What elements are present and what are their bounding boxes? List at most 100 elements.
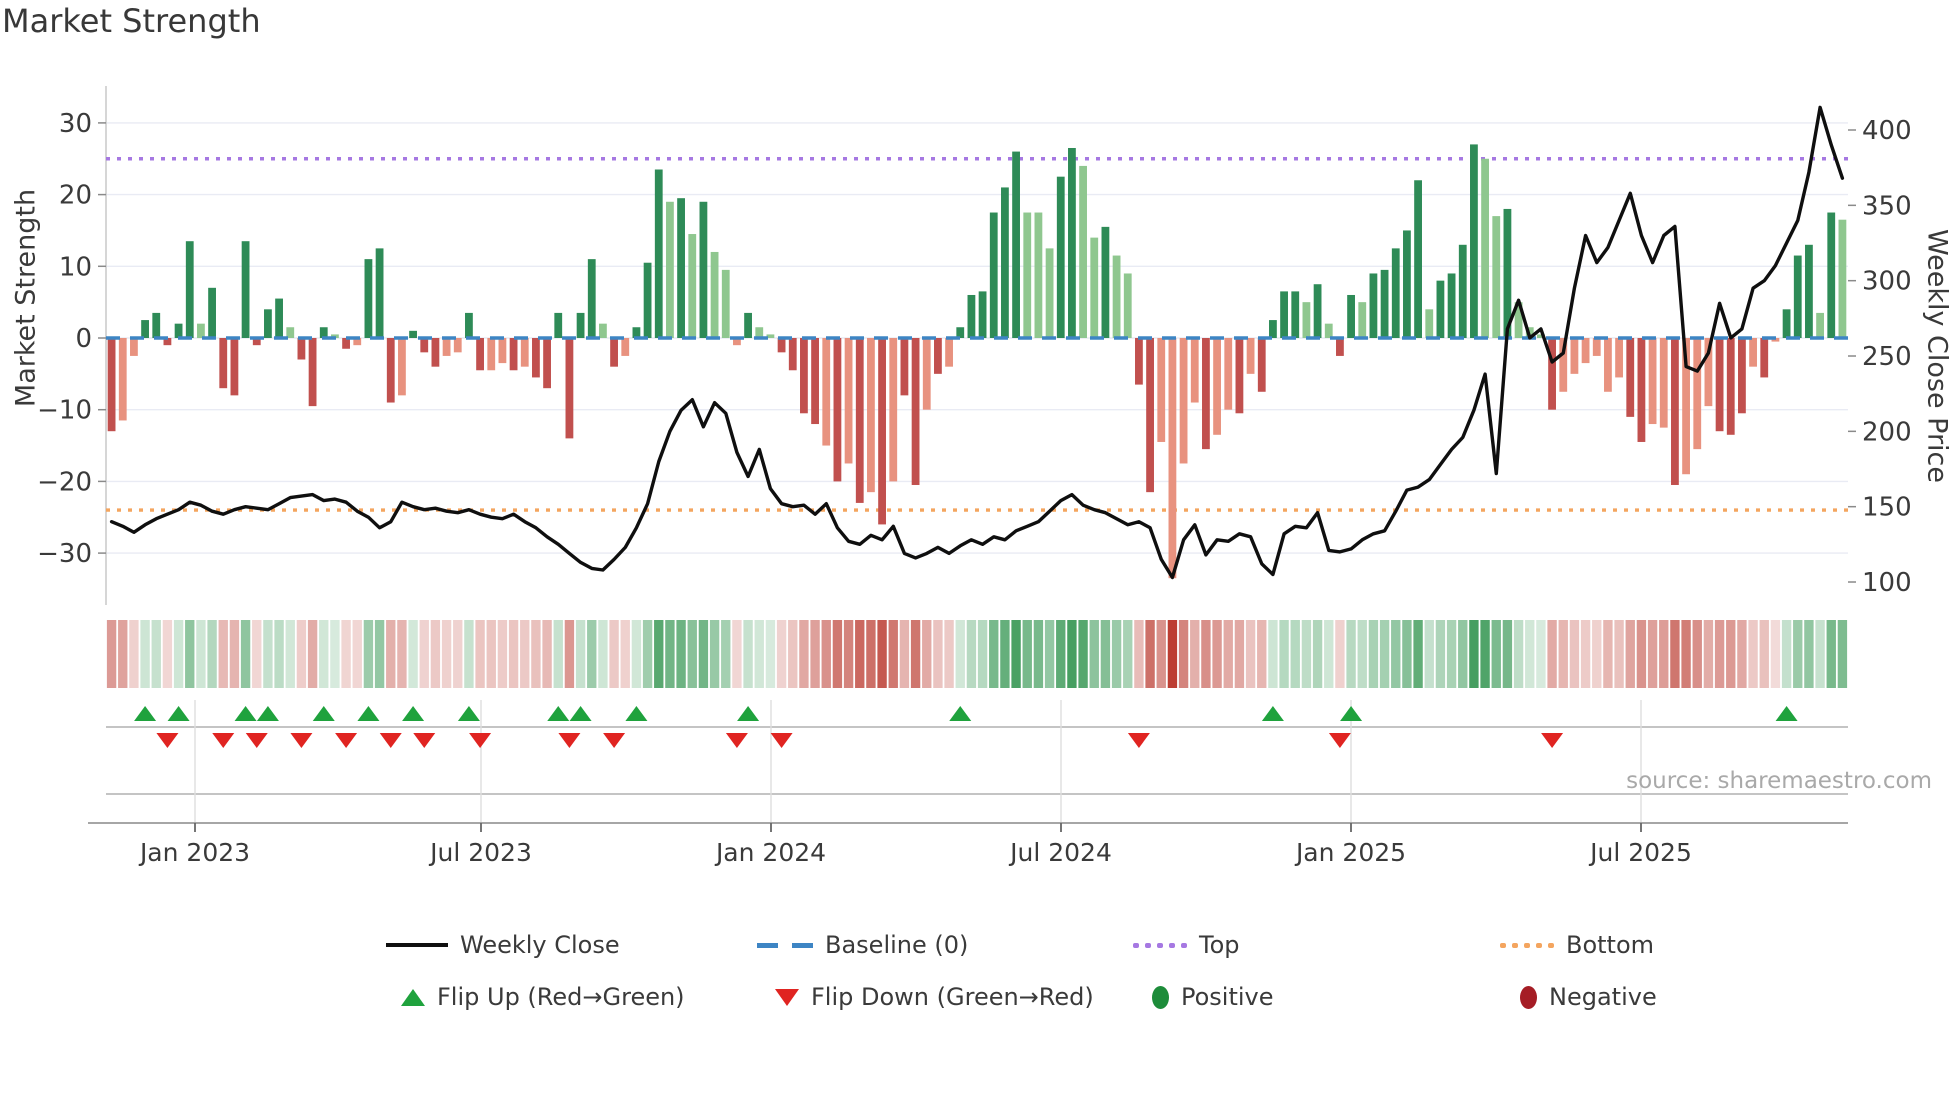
- heatmap-cell: [1089, 620, 1099, 688]
- positive-dot-icon: [1152, 985, 1169, 1009]
- heatmap-cell: [1647, 620, 1658, 688]
- legend-item-weekly-close: Weekly Close: [386, 931, 620, 959]
- heatmap-cell: [1580, 620, 1591, 688]
- strength-bar: [1626, 338, 1635, 417]
- heatmap-cell: [341, 620, 351, 688]
- flip-up-marker: [457, 706, 480, 721]
- strength-bar: [677, 198, 685, 338]
- heatmap-cell: [453, 620, 463, 688]
- heatmap-cell: [1547, 620, 1557, 688]
- heatmap-cell: [732, 620, 742, 688]
- strength-bar: [520, 338, 529, 367]
- baseline-dash-swatch: [757, 942, 813, 948]
- heatmap-cell: [486, 620, 496, 688]
- strength-bar: [1168, 338, 1177, 579]
- strength-bar: [922, 338, 931, 410]
- strength-bar: [1838, 219, 1847, 338]
- page-title: Market Strength: [2, 2, 261, 40]
- heatmap-cell: [1167, 620, 1178, 688]
- heatmap-cell: [654, 620, 664, 688]
- strength-bar: [1001, 187, 1009, 338]
- flip-down-marker: [558, 733, 581, 748]
- strength-bar: [1235, 338, 1244, 414]
- heatmap-cell: [631, 620, 642, 688]
- heatmap-cell: [1379, 620, 1390, 688]
- heatmap-cell: [475, 620, 485, 688]
- strength-bar: [889, 338, 898, 482]
- heatmap-cell: [676, 620, 686, 688]
- flip-up-marker: [1775, 706, 1798, 721]
- strength-bar: [241, 241, 250, 338]
- heatmap-cell: [1614, 620, 1624, 688]
- strength-bar: [375, 248, 384, 338]
- flip-up-marker: [357, 706, 380, 721]
- strength-bar: [1202, 338, 1210, 450]
- strength-bar: [1112, 255, 1121, 338]
- flip-up-marker: [547, 706, 570, 721]
- heatmap-cell: [1737, 620, 1747, 688]
- heatmap-cell: [1324, 620, 1334, 688]
- heatmap-cell: [185, 620, 195, 688]
- strength-bar: [1146, 338, 1154, 493]
- heatmap-cell: [698, 620, 709, 688]
- heatmap-cell: [1502, 620, 1513, 688]
- strength-bar: [1403, 230, 1411, 338]
- strength-bar: [1302, 302, 1311, 338]
- strength-bar: [654, 169, 663, 338]
- heatmap-cell: [899, 620, 910, 688]
- heatmap-cell: [240, 620, 251, 688]
- heatmap-cell: [1759, 620, 1769, 688]
- strength-bar: [1246, 338, 1255, 374]
- price-tick-label: 250: [1862, 342, 1912, 372]
- heatmap-cell: [1781, 620, 1792, 688]
- heatmap-cell: [386, 620, 396, 688]
- heatmap-cell: [118, 620, 128, 688]
- heatmap-cell: [1134, 620, 1144, 688]
- heatmap-cell: [497, 620, 508, 688]
- strength-bar: [107, 338, 116, 432]
- heatmap-cell: [721, 620, 731, 688]
- heatmap-cell: [1402, 620, 1412, 688]
- flip-down-marker: [413, 733, 436, 748]
- heatmap-cell: [1748, 620, 1758, 688]
- heatmap-cell: [1156, 620, 1166, 688]
- strength-bar: [1101, 226, 1110, 338]
- strength-bar: [1369, 273, 1378, 338]
- heatmap-cell: [508, 620, 519, 688]
- price-tick-label: 350: [1862, 191, 1912, 221]
- flip-down-marker: [335, 733, 358, 748]
- heatmap-cell: [1413, 620, 1423, 688]
- strength-bar: [621, 338, 630, 356]
- heatmap-cell: [229, 620, 240, 688]
- heatmap-cell: [989, 620, 999, 688]
- strength-bar: [587, 259, 596, 338]
- strength-bar: [967, 294, 976, 338]
- strength-bar: [1123, 273, 1132, 338]
- heatmap-cell: [296, 620, 307, 688]
- bottom-dots-swatch: [1500, 942, 1554, 948]
- strength-bar: [1023, 212, 1032, 338]
- heatmap-cell: [1000, 620, 1010, 688]
- strength-bar: [1805, 244, 1813, 338]
- heatmap-cell: [263, 620, 273, 688]
- heatmap-cell: [1435, 620, 1446, 688]
- top-dots-swatch: [1133, 942, 1187, 948]
- strength-bar: [565, 338, 574, 439]
- strength-bar: [1135, 338, 1143, 385]
- flip-up-marker: [134, 706, 157, 721]
- strength-bar: [1782, 309, 1791, 338]
- strength-bar: [1224, 338, 1233, 410]
- strength-bar: [833, 338, 842, 482]
- strength-bar: [1257, 338, 1266, 392]
- heatmap-cell: [1692, 620, 1702, 688]
- legend-item-flip-up: Flip Up (Red→Green): [401, 983, 685, 1011]
- legend-item-positive: Positive: [1152, 983, 1274, 1011]
- flip-down-marker: [379, 733, 402, 748]
- strength-bar: [599, 323, 607, 338]
- heatmap-cell: [1659, 620, 1669, 688]
- heatmap-cell: [944, 620, 954, 688]
- strength-bar: [688, 234, 697, 338]
- heatmap-cell: [1268, 620, 1278, 688]
- strength-bar: [141, 320, 149, 338]
- strength-bar: [1581, 338, 1590, 364]
